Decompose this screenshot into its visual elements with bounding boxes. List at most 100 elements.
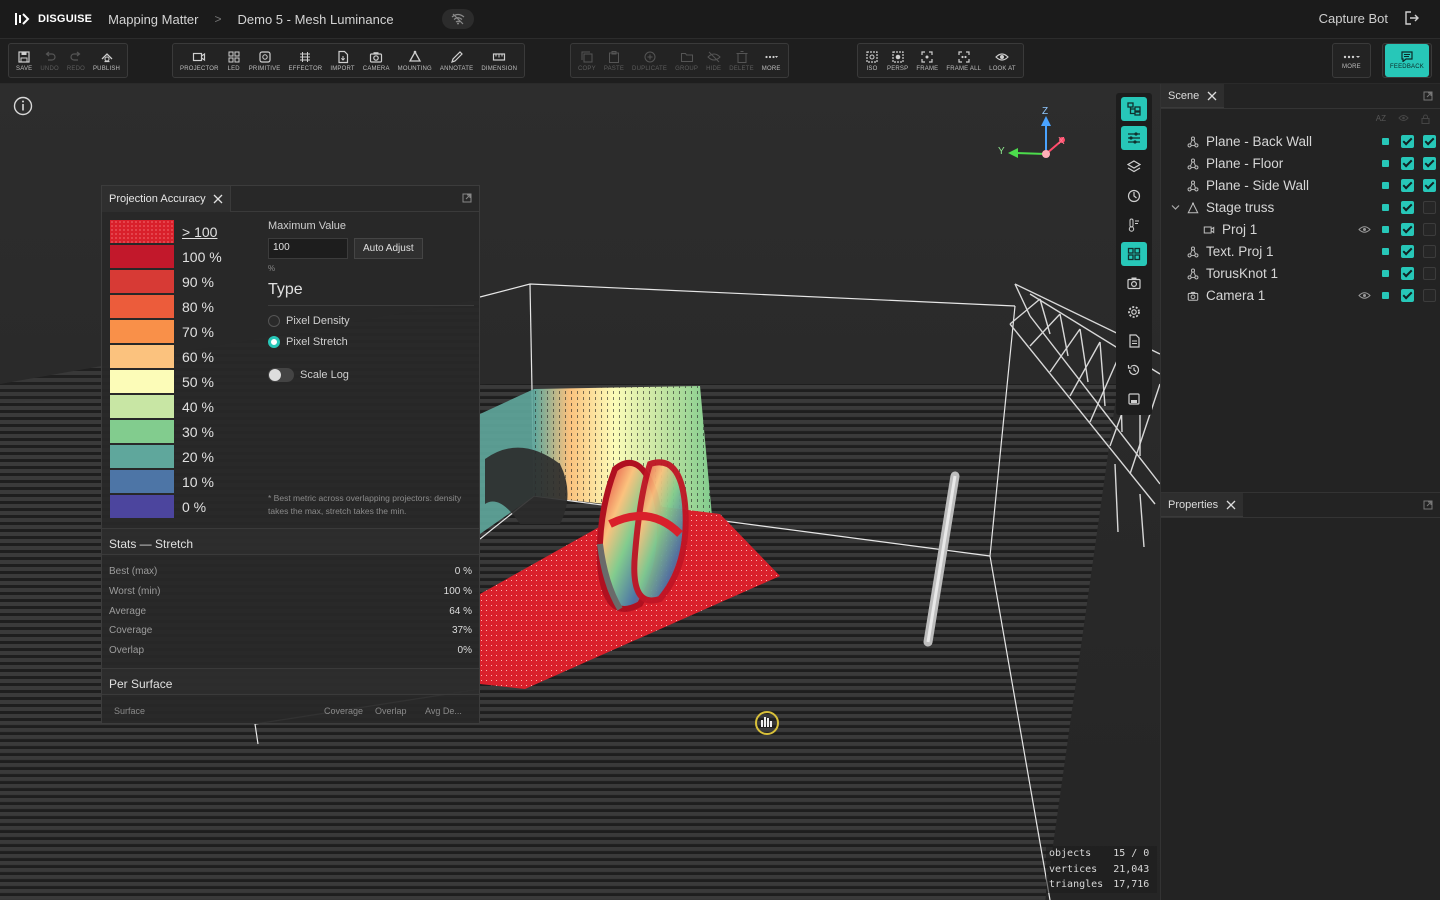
properties-tab-label: Properties [1168,498,1219,511]
user-name[interactable]: Capture Bot [1319,11,1388,26]
toolbar-frame-button[interactable]: FRAME [912,44,942,77]
col-avg-density[interactable]: Avg De... [425,706,462,716]
toolbar-publish-button[interactable]: PUBLISH [89,44,124,77]
toolbar-frame-all-button[interactable]: FRAME ALL [942,44,985,77]
eye-icon[interactable] [1358,225,1371,234]
toolbar-button-label: SAVE [16,65,33,72]
projection-accuracy-tab[interactable]: Projection Accuracy [102,185,231,212]
toolbar-import-button[interactable]: IMPORT [326,44,358,77]
eye-icon[interactable] [1398,114,1409,122]
lock-checkbox[interactable] [1423,157,1436,170]
popout-icon[interactable] [462,193,472,203]
properties-tool[interactable] [1121,126,1147,150]
radio-pixel-density[interactable] [268,315,280,327]
toolbar-more-button[interactable]: MORE [758,44,785,77]
radio-pixel-stretch[interactable] [268,336,280,348]
type-option-pixel-density[interactable]: Pixel Density [268,315,474,327]
toolbar-save-button[interactable]: SAVE [12,44,36,77]
connection-status[interactable] [441,9,474,29]
toolbar-more-button[interactable]: MORE [1338,44,1365,77]
toolbar-dimension-button[interactable]: DIMENSION [477,44,521,77]
col-overlap[interactable]: Overlap [375,706,407,716]
auto-adjust-button[interactable]: Auto Adjust [354,238,423,259]
close-icon[interactable] [1207,91,1217,101]
accuracy-tool[interactable] [1121,242,1147,266]
toolbar-primitive-button[interactable]: PRIMITIVE [245,44,285,77]
lock-checkbox[interactable] [1423,289,1436,302]
brand-logo[interactable]: DISGUISE [14,12,92,26]
capture-tool[interactable] [1121,271,1147,295]
history-tool[interactable] [1121,358,1147,382]
legend-label[interactable]: > 100 [182,224,217,240]
stats-section-header[interactable]: Stats — Stretch [102,528,479,555]
toolbar-led-button[interactable]: LED [223,44,245,77]
toolbar-look-at-button[interactable]: LOOK AT [985,44,1020,77]
feedback-button[interactable]: FEEDBACK [1385,44,1429,77]
thermometer-icon [1128,218,1139,232]
visibility-checkbox[interactable] [1401,157,1414,170]
visibility-checkbox[interactable] [1401,135,1414,148]
sort-az-button[interactable]: AZ [1376,114,1386,124]
tree-item-label: Stage truss [1206,200,1275,215]
col-coverage[interactable]: Coverage [324,706,363,716]
layers-tool[interactable] [1121,155,1147,179]
properties-tab[interactable]: Properties [1161,493,1244,517]
scene-tree-item[interactable]: Text. Proj 1 [1161,241,1440,263]
settings-tool[interactable] [1121,300,1147,324]
scale-log-toggle[interactable] [268,368,294,382]
lock-checkbox[interactable] [1423,223,1436,236]
max-value-input[interactable]: 100 [268,238,348,259]
lock-checkbox[interactable] [1423,245,1436,258]
toolbar-group-view: ISO PERSP FRAME FRAME ALL LOOK AT [857,43,1024,78]
lock-checkbox[interactable] [1423,201,1436,214]
toolbar-annotate-button[interactable]: ANNOTATE [436,44,477,77]
temperature-tool[interactable] [1121,213,1147,237]
info-icon[interactable] [13,96,33,116]
document-tool[interactable] [1121,329,1147,353]
col-surface[interactable]: Surface [114,706,145,716]
scene-tree-item[interactable]: TorusKnot 1 [1161,263,1440,285]
mounting-icon [408,50,421,62]
per-surface-section-header[interactable]: Per Surface [102,668,479,695]
export-tool[interactable] [1121,387,1147,411]
popout-icon[interactable] [1423,500,1433,510]
scene-tree-tool[interactable] [1121,97,1147,121]
toolbar-effector-button[interactable]: EFFECTOR [285,44,327,77]
light-tool[interactable] [1121,184,1147,208]
toolbar-iso-button[interactable]: ISO [861,44,883,77]
scene-tree-item[interactable]: Proj 1 [1161,219,1440,241]
visibility-checkbox[interactable] [1401,223,1414,236]
visibility-checkbox[interactable] [1401,179,1414,192]
scene-tree-item[interactable]: Stage truss [1161,197,1440,219]
visibility-checkbox[interactable] [1401,201,1414,214]
visibility-checkbox[interactable] [1401,289,1414,302]
toolbar-projector-button[interactable]: PROJECTOR [176,44,223,77]
mesh-icon [1187,246,1199,258]
close-icon[interactable] [1226,500,1236,510]
breadcrumb-project[interactable]: Mapping Matter [108,12,198,27]
chevron-down-icon[interactable] [1171,204,1180,211]
eye-icon[interactable] [1358,291,1371,300]
legend-swatch [110,395,174,418]
lock-icon[interactable] [1421,114,1430,124]
scale-log-toggle-row[interactable]: Scale Log [268,368,474,382]
scene-tree-item[interactable]: Plane - Floor [1161,153,1440,175]
toolbar-camera-button[interactable]: CAMERA [359,44,394,77]
popout-icon[interactable] [1423,91,1433,101]
breadcrumb-scene[interactable]: Demo 5 - Mesh Luminance [238,12,394,27]
lock-checkbox[interactable] [1423,135,1436,148]
scene-tab[interactable]: Scene [1161,84,1225,108]
scene-tree-item[interactable]: Plane - Back Wall [1161,131,1440,153]
lock-checkbox[interactable] [1423,267,1436,280]
scene-tree-item[interactable]: Camera 1 [1161,285,1440,307]
toolbar-mounting-button[interactable]: MOUNTING [394,44,436,77]
close-icon[interactable] [213,194,223,204]
toolbar-persp-button[interactable]: PERSP [883,44,912,77]
visibility-checkbox[interactable] [1401,245,1414,258]
tree-item-icon [1187,202,1199,217]
logout-icon[interactable] [1404,10,1420,26]
lock-checkbox[interactable] [1423,179,1436,192]
visibility-checkbox[interactable] [1401,267,1414,280]
type-option-pixel-stretch[interactable]: Pixel Stretch [268,336,474,348]
scene-tree-item[interactable]: Plane - Side Wall [1161,175,1440,197]
